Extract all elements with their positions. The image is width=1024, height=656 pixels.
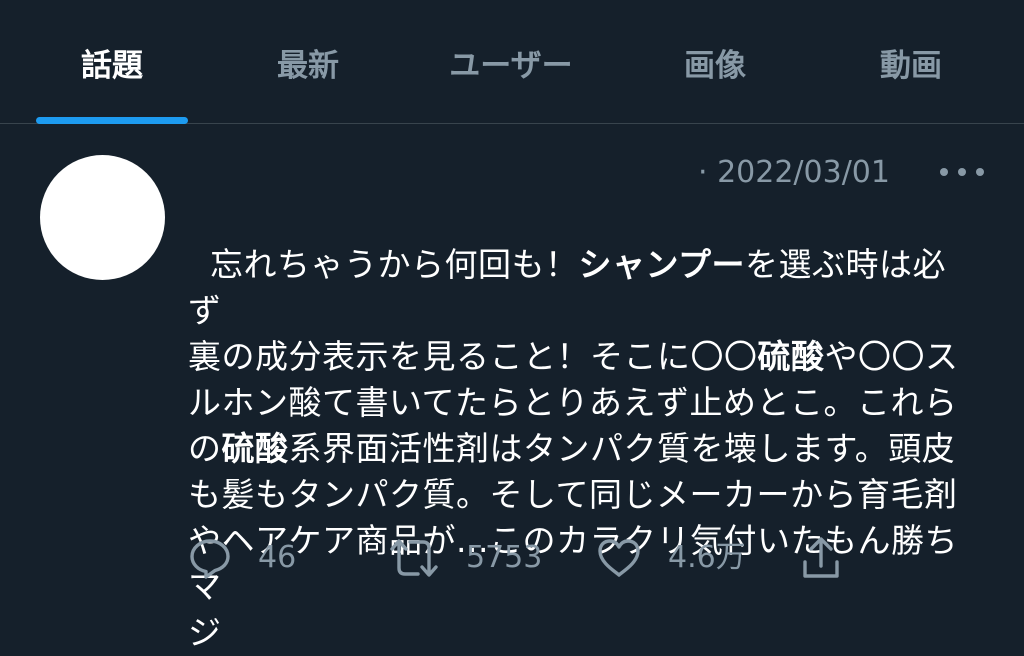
share-button[interactable]	[800, 530, 842, 586]
retweet-button[interactable]: 5753	[388, 530, 542, 586]
reply-count: 46	[258, 540, 297, 575]
tab-videos[interactable]: 動画	[851, 42, 971, 90]
tab-images[interactable]: 画像	[655, 42, 775, 90]
active-tab-indicator	[36, 117, 188, 124]
tab-latest[interactable]: 最新	[248, 42, 368, 90]
share-icon	[803, 537, 839, 578]
tab-top[interactable]: 話題	[52, 42, 172, 90]
retweet-icon	[390, 539, 438, 577]
like-button[interactable]: 4.6万	[596, 530, 746, 586]
tab-users[interactable]: ユーザー	[426, 42, 596, 90]
tweet-text-bold: シャンプー	[578, 245, 745, 284]
search-tabs: 話題 最新 ユーザー 画像 動画	[0, 0, 1024, 124]
tweet-date[interactable]: · 2022/03/01	[698, 152, 890, 194]
more-icon[interactable]	[934, 154, 990, 190]
like-icon	[598, 539, 640, 577]
like-count: 4.6万	[668, 540, 746, 575]
avatar[interactable]	[40, 155, 165, 280]
tweet-text-bold: 硫酸	[757, 337, 825, 376]
tweet-text-bold: 硫酸	[221, 429, 289, 468]
tweet-text-segment: 忘れちゃうから何回も！	[209, 245, 579, 284]
reply-icon	[190, 539, 230, 579]
retweet-count: 5753	[466, 540, 543, 575]
reply-button[interactable]: 46	[188, 530, 296, 586]
tweet-actions: 46 5753 4.6万	[0, 530, 1024, 590]
